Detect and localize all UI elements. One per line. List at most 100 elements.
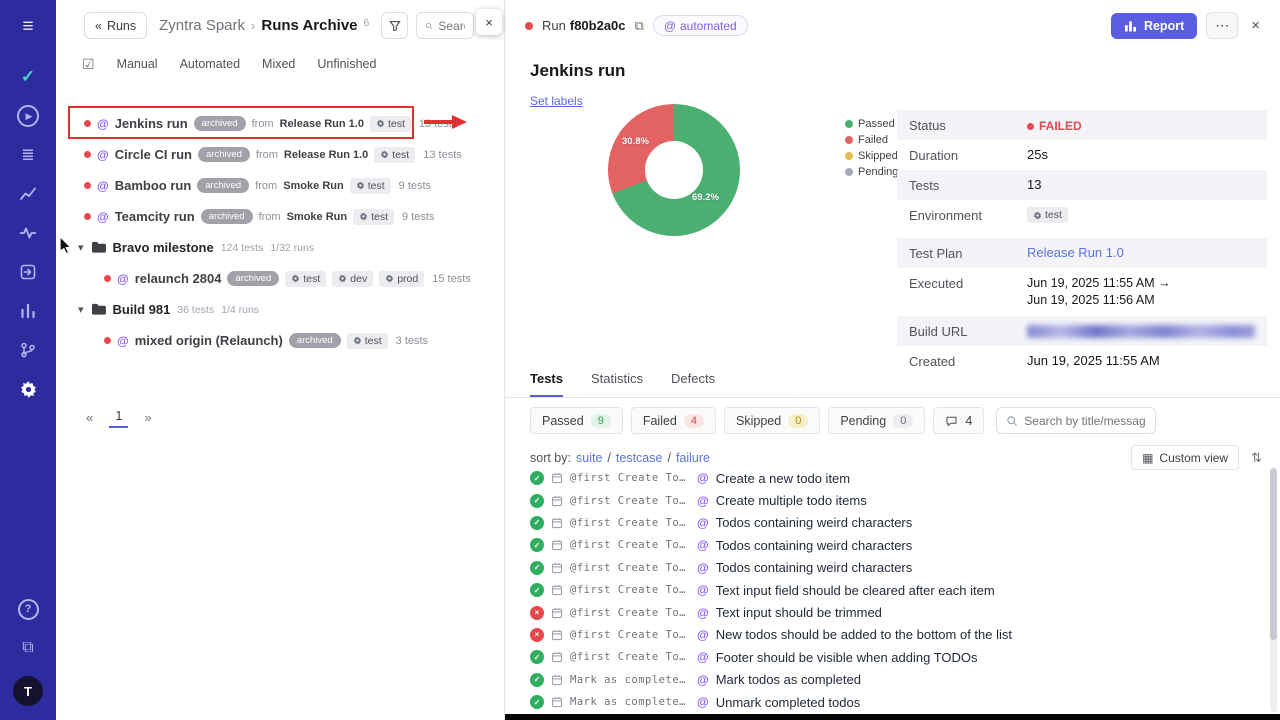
chevron-down-icon[interactable]: ▾ <box>78 241 84 254</box>
close-panel-button[interactable]: × <box>476 9 502 35</box>
settings-gear-icon[interactable] <box>10 372 46 406</box>
run-list-item-circleci[interactable]: @ Circle CI run archived from Release Ru… <box>56 139 504 170</box>
tab-automated[interactable]: Automated <box>180 57 240 71</box>
help-icon[interactable]: ? <box>10 592 46 626</box>
detail-row-test-plan: Test Plan Release Run 1.0 <box>897 238 1267 268</box>
folder-build-981[interactable]: ▾ Build 981 36 tests 1/4 runs <box>56 294 504 325</box>
scrollbar[interactable] <box>1270 468 1277 712</box>
suites-list-icon[interactable]: ≣ <box>10 138 46 172</box>
run-list-item-jenkins[interactable]: @ Jenkins run archived from Release Run … <box>56 108 504 139</box>
test-suite-label: Mark as complete… <box>570 696 690 708</box>
select-all-checklist-icon[interactable]: ☑ <box>82 56 95 73</box>
test-plan-link[interactable]: Release Run 1.0 <box>1027 245 1124 260</box>
sort-direction-icon[interactable]: ⇅ <box>1251 450 1262 466</box>
failed-percentage-label: 30.8% <box>622 136 649 147</box>
bar-chart-icon[interactable] <box>10 294 46 328</box>
report-button[interactable]: Report <box>1111 13 1197 39</box>
test-title[interactable]: Todos containing weird characters <box>716 560 913 575</box>
sort-by-testcase-link[interactable]: testcase <box>616 451 663 465</box>
filter-comments-button[interactable]: 4 <box>933 407 984 434</box>
export-icon[interactable] <box>10 255 46 289</box>
run-list-item-bamboo[interactable]: @ Bamboo run archived from Smoke Run tes… <box>56 170 504 201</box>
close-run-detail-icon[interactable]: × <box>1251 17 1260 34</box>
test-title[interactable]: Text input should be trimmed <box>716 605 882 620</box>
breadcrumb-separator: › <box>251 18 255 33</box>
tests-check-icon[interactable]: ✓ <box>10 60 46 94</box>
test-status-icon: ✓ <box>530 516 544 530</box>
from-label: from <box>256 149 278 161</box>
test-title[interactable]: New todos should be added to the bottom … <box>716 627 1012 642</box>
sort-by-suite-link[interactable]: suite <box>576 451 602 465</box>
build-url-redacted-link[interactable] <box>1027 325 1255 338</box>
test-title[interactable]: Create multiple todo items <box>716 493 867 508</box>
automated-test-icon: @ <box>697 606 709 620</box>
test-title[interactable]: Todos containing weird characters <box>716 538 913 553</box>
test-title[interactable]: Text input field should be cleared after… <box>716 583 995 598</box>
chevron-down-icon[interactable]: ▾ <box>78 303 84 316</box>
branch-icon[interactable] <box>10 333 46 367</box>
scrollbar-thumb[interactable] <box>1270 468 1277 640</box>
copy-icon[interactable]: ⧉ <box>635 18 644 34</box>
run-list-item-teamcity[interactable]: @ Teamcity run archived from Smoke Run t… <box>56 201 504 232</box>
tab-unfinished[interactable]: Unfinished <box>317 57 376 71</box>
mixed-run-icon: @ <box>117 334 129 348</box>
test-result-row[interactable]: ✓ Mark as complete… @ Mark todos as comp… <box>530 669 1266 691</box>
tests-search-input[interactable] <box>1024 414 1146 428</box>
tab-defects[interactable]: Defects <box>671 371 715 397</box>
back-to-runs-button[interactable]: « Runs <box>84 12 147 39</box>
analytics-line-icon[interactable] <box>10 177 46 211</box>
at-icon: @ <box>664 19 676 33</box>
search-icon <box>1006 415 1018 427</box>
set-labels-link[interactable]: Set labels <box>530 94 583 108</box>
tab-tests[interactable]: Tests <box>530 371 563 397</box>
test-title[interactable]: Unmark completed todos <box>716 695 861 710</box>
pulse-activity-icon[interactable] <box>10 216 46 250</box>
test-result-row[interactable]: ✓ Mark as complete… @ Unmark completed t… <box>530 691 1266 713</box>
play-runs-icon[interactable]: ▶ <box>10 99 46 133</box>
test-title[interactable]: Footer should be visible when adding TOD… <box>716 650 978 665</box>
prev-page-button[interactable]: « <box>86 410 93 425</box>
runs-search-input[interactable] <box>438 19 465 33</box>
test-result-row[interactable]: ✓ @first Create To… @ Text input field s… <box>530 579 1266 601</box>
test-result-row[interactable]: ✓ @first Create To… @ Todos containing w… <box>530 557 1266 579</box>
tab-statistics[interactable]: Statistics <box>591 371 643 397</box>
filter-funnel-button[interactable] <box>381 12 408 39</box>
projects-copy-icon[interactable]: ⧉ <box>10 631 46 665</box>
folder-tests-count: 124 tests <box>221 242 264 254</box>
test-result-row[interactable]: × @first Create To… @ Text input should … <box>530 601 1266 623</box>
gear-icon <box>385 274 394 283</box>
automated-test-icon: @ <box>697 650 709 664</box>
more-options-button[interactable]: ⋯ <box>1206 12 1238 39</box>
run-list-item-relaunch-2804[interactable]: @ relaunch 2804 archived test dev prod 1… <box>56 263 504 294</box>
filter-failed-button[interactable]: Failed 4 <box>631 407 716 434</box>
run-name: mixed origin (Relaunch) <box>135 333 283 348</box>
avatar[interactable]: T <box>13 676 43 706</box>
test-title[interactable]: Mark todos as completed <box>716 672 861 687</box>
back-arrows-icon: « <box>95 19 102 33</box>
filter-passed-button[interactable]: Passed 9 <box>530 407 623 434</box>
sort-by-failure-link[interactable]: failure <box>676 451 710 465</box>
run-detail-tabs: Tests Statistics Defects <box>505 371 1280 398</box>
automated-badge: @ automated <box>653 15 748 36</box>
test-result-row[interactable]: ✓ @first Create To… @ Todos containing w… <box>530 512 1266 534</box>
breadcrumb-project[interactable]: Zyntra Spark <box>159 17 245 34</box>
folder-bravo-milestone[interactable]: ▾ Bravo milestone 124 tests 1/32 runs <box>56 232 504 263</box>
tab-mixed[interactable]: Mixed <box>262 57 295 71</box>
filter-pending-button[interactable]: Pending 0 <box>828 407 925 434</box>
run-list-item-mixed-origin[interactable]: @ mixed origin (Relaunch) archived test … <box>56 325 504 356</box>
environment-badge: test <box>374 147 415 163</box>
test-result-row[interactable]: × @first Create To… @ New todos should b… <box>530 624 1266 646</box>
test-result-row[interactable]: ✓ @first Create To… @ Todos containing w… <box>530 534 1266 556</box>
filter-skipped-button[interactable]: Skipped 0 <box>724 407 820 434</box>
run-name: Bamboo run <box>115 178 192 193</box>
test-result-row[interactable]: ✓ @first Create To… @ Create multiple to… <box>530 489 1266 511</box>
test-result-row[interactable]: ✓ @first Create To… @ Footer should be v… <box>530 646 1266 668</box>
test-title[interactable]: Todos containing weird characters <box>716 515 913 530</box>
test-title[interactable]: Create a new todo item <box>716 471 850 486</box>
page-1-button[interactable]: 1 <box>109 406 128 428</box>
environment-label: test <box>392 149 409 161</box>
tab-manual[interactable]: Manual <box>117 57 158 71</box>
test-result-row[interactable]: ✓ @first Create To… @ Create a new todo … <box>530 467 1266 489</box>
menu-icon[interactable]: ≡ <box>10 10 46 44</box>
next-page-button[interactable]: » <box>144 410 151 425</box>
